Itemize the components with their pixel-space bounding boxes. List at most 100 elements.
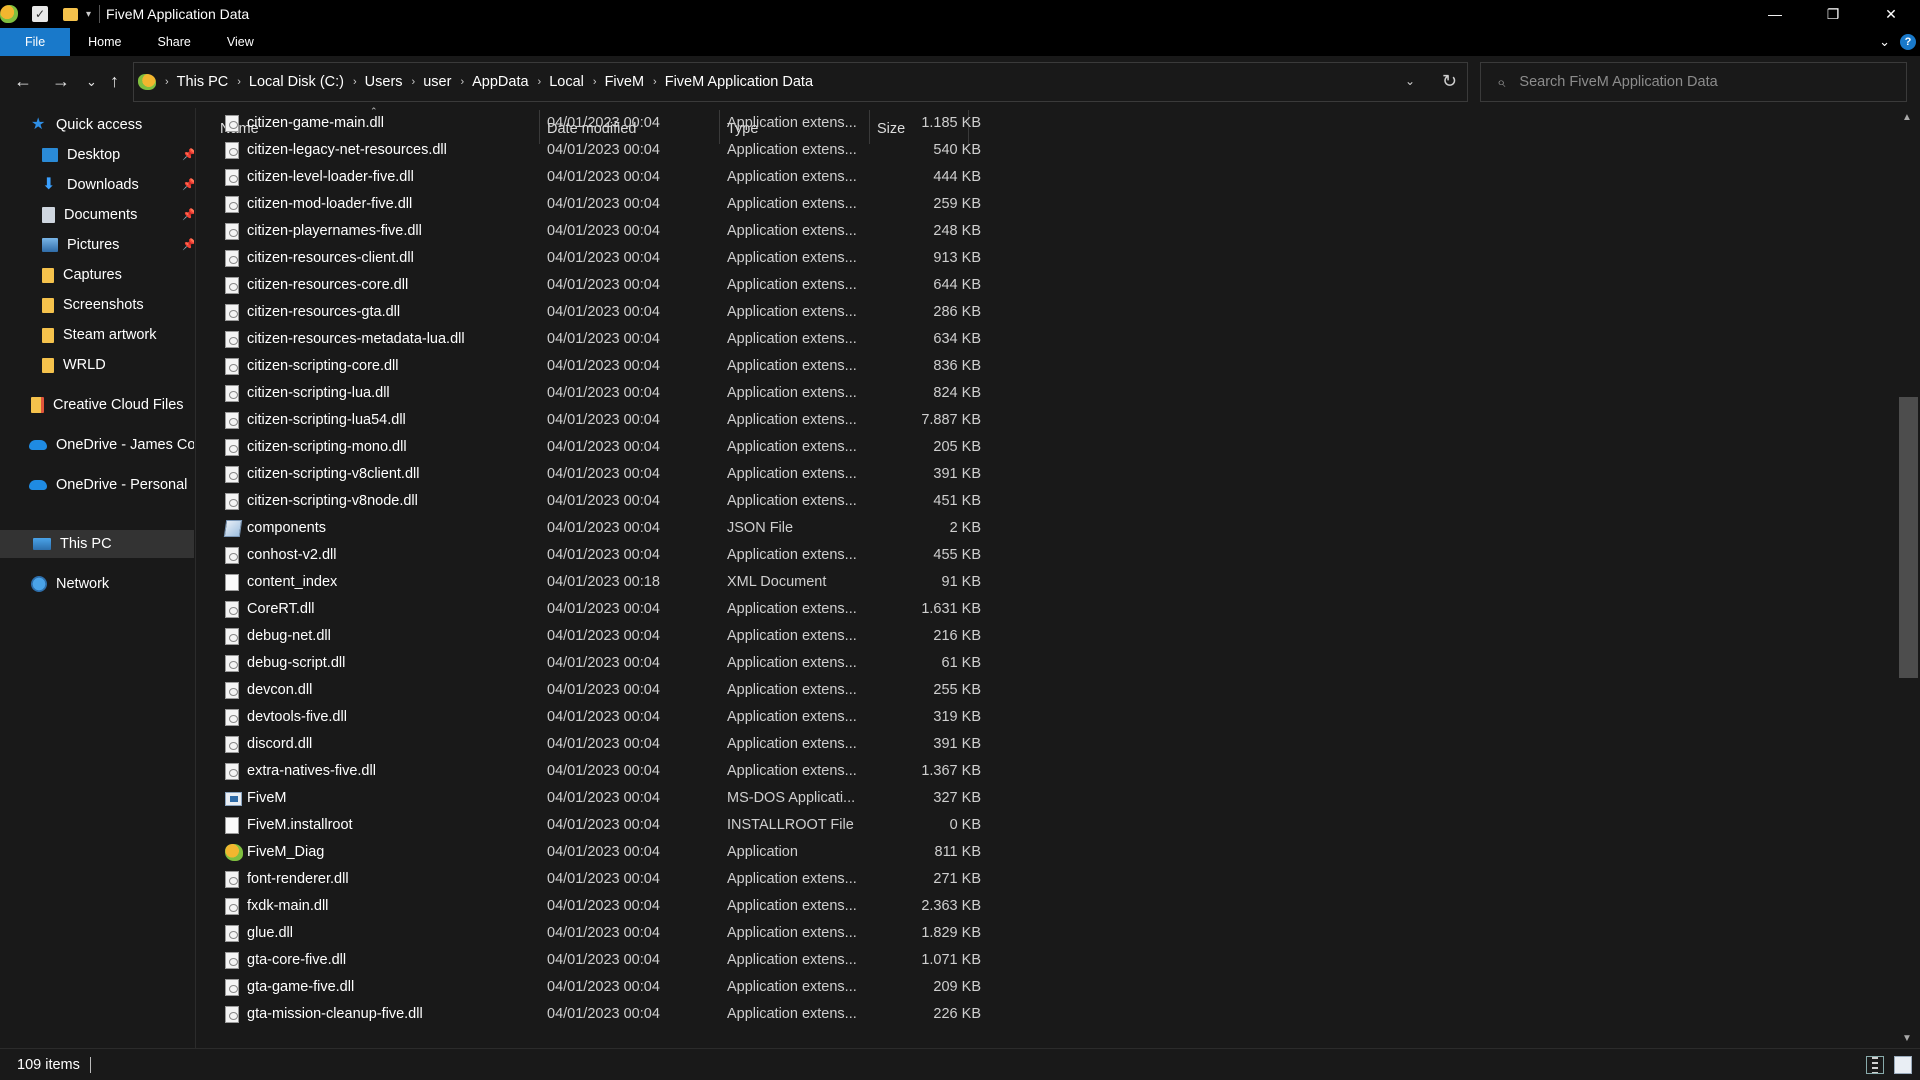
table-row[interactable]: components 04/01/2023 00:04 JSON File 2 KB <box>217 515 987 542</box>
table-row[interactable]: CoreRT.dll 04/01/2023 00:04 Application ex… <box>217 596 987 623</box>
tab-home[interactable]: Home <box>70 28 139 56</box>
breadcrumb-fivem[interactable]: FiveM <box>605 74 644 90</box>
table-row[interactable]: citizen-resources-gta.dll 04/01/2023 00:0… <box>217 299 987 326</box>
table-row[interactable]: fxdk-main.dll 04/01/2023 00:04 Application… <box>217 893 987 920</box>
table-row[interactable]: discord.dll 04/01/2023 00:04 Application e… <box>217 731 987 758</box>
chevron-right-icon[interactable]: › <box>460 76 464 88</box>
chevron-right-icon[interactable]: › <box>412 76 416 88</box>
sidebar-item-desktop[interactable]: Desktop 📌 <box>0 141 194 169</box>
breadcrumb-local-disk[interactable]: Local Disk (C:) <box>249 74 344 90</box>
tab-file[interactable]: File <box>0 28 71 56</box>
back-arrow-icon[interactable]: ← <box>14 72 32 90</box>
pin-icon[interactable]: 📌 <box>182 239 194 251</box>
chevron-right-icon[interactable]: › <box>353 76 357 88</box>
table-row[interactable]: citizen-resources-metadata-lua.dll 04/01/… <box>217 326 987 353</box>
table-row[interactable]: citizen-scripting-v8client.dll 04/01/2023… <box>217 461 987 488</box>
forward-arrow-icon[interactable]: → <box>52 72 70 90</box>
scroll-down-arrow-icon[interactable]: ▼ <box>1902 1033 1912 1044</box>
breadcrumb-fivem-application-data[interactable]: FiveM Application Data <box>665 74 813 90</box>
search-box[interactable]: ⌕ Search FiveM Application Data <box>1480 62 1907 102</box>
details-view-button[interactable] <box>1866 1056 1884 1074</box>
dll-file-icon <box>225 547 239 564</box>
sidebar-item-network[interactable]: Network <box>0 570 194 598</box>
sidebar-item-screenshots[interactable]: Screenshots <box>0 291 194 319</box>
chevron-right-icon[interactable]: › <box>593 76 597 88</box>
address-history-dropdown-icon[interactable]: ⌄ <box>1405 74 1415 88</box>
minimize-button[interactable]: — <box>1746 0 1804 28</box>
table-row[interactable]: gta-core-five.dll 04/01/2023 00:04 Applica… <box>217 947 987 974</box>
chevron-right-icon[interactable]: › <box>165 76 169 88</box>
breadcrumb-this-pc[interactable]: This PC <box>177 74 229 90</box>
table-row[interactable]: debug-script.dll 04/01/2023 00:04 Applicat… <box>217 650 987 677</box>
close-button[interactable]: ✕ <box>1862 0 1920 28</box>
table-row[interactable]: conhost-v2.dll 04/01/2023 00:04 Applicatio… <box>217 542 987 569</box>
recent-locations-dropdown-icon[interactable]: ⌄ <box>86 73 97 91</box>
breadcrumb-users[interactable]: Users <box>365 74 403 90</box>
table-row[interactable]: citizen-scripting-lua.dll 04/01/2023 00:0… <box>217 380 987 407</box>
help-icon[interactable]: ? <box>1900 34 1916 50</box>
sidebar-item-this-pc[interactable]: This PC <box>0 530 194 558</box>
properties-quick-access-icon[interactable]: ✓ <box>32 6 48 22</box>
pin-icon[interactable]: 📌 <box>182 179 194 191</box>
table-row[interactable]: font-renderer.dll 04/01/2023 00:04 Applica… <box>217 866 987 893</box>
tab-view[interactable]: View <box>209 28 272 56</box>
chevron-right-icon[interactable]: › <box>237 76 241 88</box>
new-folder-quick-access-icon[interactable] <box>62 6 78 22</box>
table-row[interactable]: debug-net.dll 04/01/2023 00:04 Application… <box>217 623 987 650</box>
table-row[interactable]: FiveM 04/01/2023 00:04 MS-DOS Applicati...… <box>217 785 987 812</box>
sidebar-item-creative-cloud-files[interactable]: Creative Cloud Files <box>0 391 194 419</box>
table-row[interactable]: citizen-playernames-five.dll 04/01/2023 0… <box>217 218 987 245</box>
tab-share[interactable]: Share <box>140 28 209 56</box>
table-row[interactable]: gta-mission-cleanup-five.dll 04/01/2023 0… <box>217 1001 987 1028</box>
sidebar-item-onedrive-personal[interactable]: OneDrive - Personal <box>0 471 194 499</box>
dll-file-icon <box>225 763 239 780</box>
table-row[interactable]: devcon.dll 04/01/2023 00:04 Application ex… <box>217 677 987 704</box>
address-bar[interactable]: › This PC › Local Disk (C:) › Users › us… <box>133 62 1468 102</box>
dll-file-icon <box>225 898 239 915</box>
table-row[interactable]: citizen-scripting-lua54.dll 04/01/2023 00… <box>217 407 987 434</box>
scrollbar-thumb[interactable] <box>1899 397 1918 678</box>
customize-toolbar-dropdown-icon[interactable]: ▾ <box>86 9 91 20</box>
table-row[interactable]: gta-game-five.dll 04/01/2023 00:04 Applica… <box>217 974 987 1001</box>
breadcrumb-local[interactable]: Local <box>549 74 584 90</box>
table-row[interactable]: citizen-scripting-v8node.dll 04/01/2023 0… <box>217 488 987 515</box>
table-row[interactable]: extra-natives-five.dll 04/01/2023 00:04 Ap… <box>217 758 987 785</box>
sidebar-item-quick-access[interactable]: ★ Quick access <box>0 111 194 139</box>
expand-ribbon-chevron-icon[interactable]: ⌄ <box>1879 34 1890 50</box>
table-row[interactable]: citizen-level-loader-five.dll 04/01/2023 … <box>217 164 987 191</box>
sidebar-item-documents[interactable]: Documents 📌 <box>0 201 194 229</box>
search-input[interactable]: Search FiveM Application Data <box>1519 74 1717 90</box>
table-row[interactable]: content_index 04/01/2023 00:18 XML Documen… <box>217 569 987 596</box>
table-row[interactable]: FiveM_Diag 04/01/2023 00:04 Application 811… <box>217 839 987 866</box>
table-row[interactable]: citizen-mod-loader-five.dll 04/01/2023 00… <box>217 191 987 218</box>
sidebar-item-wrld[interactable]: WRLD <box>0 351 194 379</box>
sidebar-item-onedrive-james[interactable]: OneDrive - James Co <box>0 431 194 459</box>
table-row[interactable]: citizen-scripting-core.dll 04/01/2023 00:… <box>217 353 987 380</box>
table-row[interactable]: citizen-resources-client.dll 04/01/2023 0… <box>217 245 987 272</box>
sidebar-item-steam-artwork[interactable]: Steam artwork <box>0 321 194 349</box>
pin-icon[interactable]: 📌 <box>182 209 194 221</box>
sidebar-item-captures[interactable]: Captures <box>0 261 194 289</box>
chevron-right-icon[interactable]: › <box>538 76 542 88</box>
table-row[interactable]: FiveM.installroot 04/01/2023 00:04 INSTALL… <box>217 812 987 839</box>
table-row[interactable]: glue.dll 04/01/2023 00:04 Application exte… <box>217 920 987 947</box>
table-row[interactable]: devtools-five.dll 04/01/2023 00:04 Applica… <box>217 704 987 731</box>
up-arrow-icon[interactable]: ↑ <box>110 72 119 90</box>
large-icons-view-button[interactable] <box>1894 1056 1912 1074</box>
scroll-up-arrow-icon[interactable]: ▲ <box>1902 112 1912 123</box>
vertical-scrollbar[interactable]: ▲ ▼ <box>1897 108 1920 1048</box>
table-row[interactable]: citizen-scripting-mono.dll 04/01/2023 00:… <box>217 434 987 461</box>
table-row[interactable]: citizen-game-main.dll 04/01/2023 00:04 App… <box>217 110 987 137</box>
dll-file-icon <box>225 385 239 402</box>
table-row[interactable]: citizen-legacy-net-resources.dll 04/01/20… <box>217 137 987 164</box>
sidebar-item-pictures[interactable]: Pictures 📌 <box>0 231 194 259</box>
breadcrumb-appdata[interactable]: AppData <box>472 74 528 90</box>
sidebar-item-downloads[interactable]: ⬇ Downloads 📌 <box>0 171 194 199</box>
restore-button[interactable]: ❐ <box>1804 0 1862 28</box>
pin-icon[interactable]: 📌 <box>182 149 194 161</box>
breadcrumb-user[interactable]: user <box>423 74 451 90</box>
refresh-icon[interactable]: ↻ <box>1442 71 1457 92</box>
table-row[interactable]: citizen-resources-core.dll 04/01/2023 00:… <box>217 272 987 299</box>
chevron-right-icon[interactable]: › <box>653 76 657 88</box>
date-modified: 04/01/2023 00:04 <box>547 466 660 482</box>
